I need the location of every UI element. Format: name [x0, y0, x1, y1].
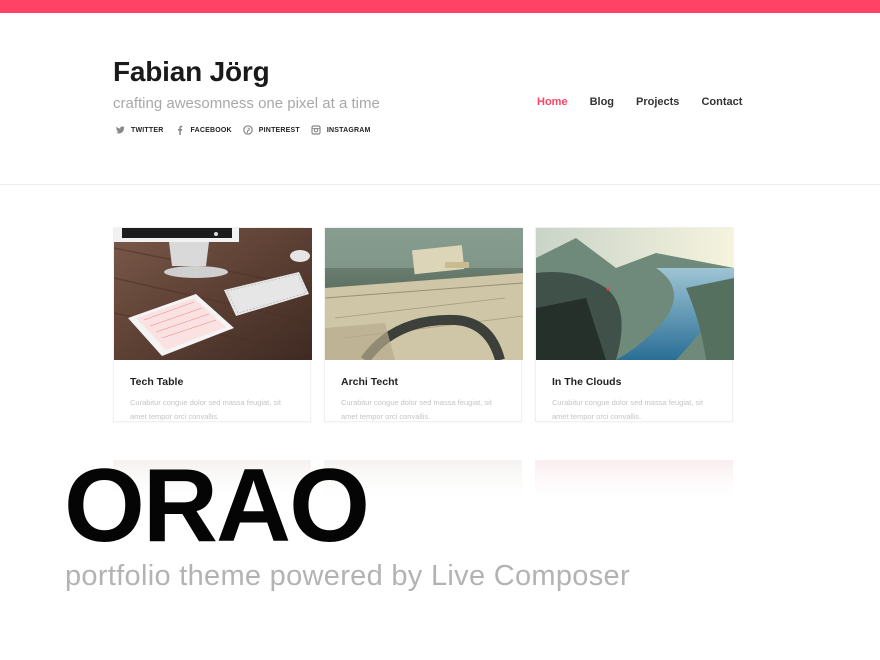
social-label: PINTEREST — [258, 126, 300, 134]
theme-name: ORAO — [64, 448, 370, 564]
nav-item-blog[interactable]: Blog — [590, 96, 614, 108]
portfolio-card-in-the-clouds[interactable]: In The Clouds Curabitur congue dolor sed… — [535, 227, 734, 422]
social-link-facebook[interactable]: FACEBOOK — [175, 125, 232, 135]
nav-item-contact[interactable]: Contact — [701, 96, 742, 108]
portfolio-card-tech-table[interactable]: Tech Table Curabitur congue dolor sed ma… — [113, 227, 312, 422]
portfolio-grid: Tech Table Curabitur congue dolor sed ma… — [113, 227, 734, 422]
main-nav: Home Blog Projects Contact — [537, 96, 764, 108]
site-header: Fabian Jörg crafting awesomness one pixe… — [0, 13, 880, 185]
pinterest-icon — [242, 125, 253, 135]
social-label: INSTAGRAM — [326, 126, 371, 134]
social-links: TWITTER FACEBOOK PINTEREST INSTAGRAM — [115, 125, 382, 135]
social-link-instagram[interactable]: INSTAGRAM — [311, 125, 371, 135]
card-image-desk[interactable] — [114, 228, 312, 360]
social-label: FACEBOOK — [190, 126, 232, 134]
site-title[interactable]: Fabian Jörg — [113, 56, 270, 88]
nav-item-projects[interactable]: Projects — [636, 96, 679, 108]
social-label: TWITTER — [131, 126, 164, 134]
portfolio-card-archi-techt[interactable]: Archi Techt Curabitur congue dolor sed m… — [324, 227, 523, 422]
nav-item-home[interactable]: Home — [537, 96, 568, 108]
social-link-twitter[interactable]: TWITTER — [115, 125, 164, 135]
site-tagline: crafting awesomness one pixel at a time — [113, 95, 380, 112]
social-link-pinterest[interactable]: PINTEREST — [242, 125, 300, 135]
card-title[interactable]: In The Clouds — [552, 376, 732, 388]
twitter-icon — [115, 125, 125, 135]
card-title[interactable]: Archi Techt — [341, 376, 521, 388]
theme-subtitle: portfolio theme powered by Live Composer — [65, 560, 630, 592]
card-title[interactable]: Tech Table — [130, 376, 310, 388]
card-image-fjord[interactable] — [536, 228, 734, 360]
card-image-architect[interactable] — [325, 228, 523, 360]
instagram-icon — [311, 125, 321, 135]
top-accent-bar — [0, 0, 880, 13]
facebook-icon — [175, 125, 185, 135]
